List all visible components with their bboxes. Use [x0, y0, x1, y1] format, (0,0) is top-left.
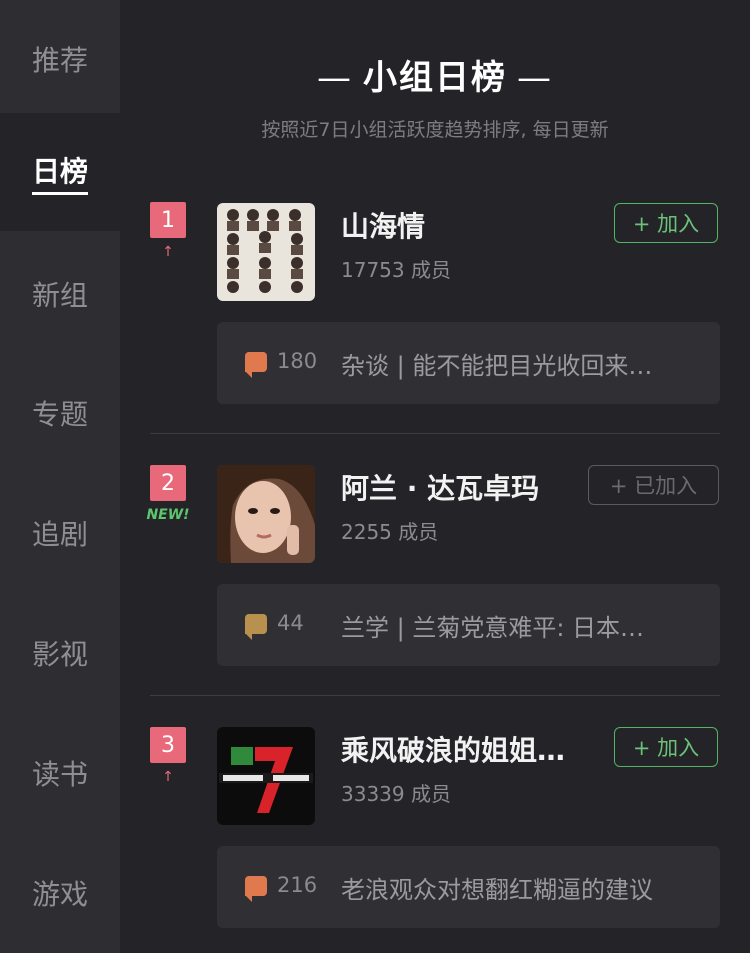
group-avatar[interactable]: [217, 203, 315, 301]
hot-post[interactable]: 180 杂谈 | 能不能把目光收回来…: [217, 322, 720, 404]
member-count: 2255 成员: [341, 520, 439, 544]
app-root: 推荐 日榜 新组 专题 追剧 影视 读书 游戏 — 小组日榜 — 按照近7日小组活跃…: [0, 0, 750, 953]
sidebar-item-label: 日榜: [31, 150, 88, 195]
group-avatar[interactable]: [217, 465, 315, 563]
post-title: 兰学 | 兰菊党意难平: 日本…: [341, 614, 645, 642]
sidebar-item-label: 新组: [31, 279, 88, 312]
post-title: 杂谈 | 能不能把目光收回来…: [341, 352, 653, 380]
sidebar-item-recommend[interactable]: 推荐: [0, 0, 120, 118]
group-avatar[interactable]: [217, 727, 315, 825]
post-title: 老浪观众对想翻红糊逼的建议: [341, 876, 653, 904]
hot-post[interactable]: 44 兰学 | 兰菊党意难平: 日本…: [217, 584, 720, 666]
sidebar-item-label: 读书: [31, 758, 88, 791]
page-subtitle: 按照近7日小组活跃度趋势排序, 每日更新: [261, 119, 609, 141]
join-button[interactable]: + 加入: [614, 727, 718, 767]
sidebar-item-new-groups[interactable]: 新组: [0, 235, 120, 353]
hot-post[interactable]: 216 老浪观众对想翻红糊逼的建议: [217, 846, 720, 928]
group-name[interactable]: 乘风破浪的姐姐…: [341, 729, 565, 769]
trend-up-icon: ↑: [162, 769, 174, 785]
sidebar-item-label: 追剧: [31, 518, 88, 551]
sidebar-item-label: 游戏: [31, 878, 88, 911]
new-badge: NEW!: [146, 507, 190, 523]
sidebar-item-label: 影视: [31, 638, 88, 671]
rank-badge: 2: [150, 465, 186, 501]
join-button[interactable]: + 加入: [614, 203, 718, 243]
member-count: 33339 成员: [341, 782, 451, 806]
member-count: 17753 成员: [341, 258, 451, 282]
sidebar-item-label: 推荐: [31, 44, 88, 77]
divider: [150, 433, 720, 434]
sidebar-item-label: 专题: [31, 398, 88, 431]
rank-badge: 1: [150, 202, 186, 238]
sidebar-item-topics[interactable]: 专题: [0, 354, 120, 472]
comment-bubble-icon: [245, 352, 267, 378]
joined-button[interactable]: + 已加入: [588, 465, 719, 505]
divider: [150, 695, 720, 696]
comment-count: 216: [277, 873, 318, 897]
group-name[interactable]: 阿兰 · 达瓦卓玛: [341, 467, 539, 507]
page-title: — 小组日榜 —: [120, 50, 750, 99]
comment-count: 44: [277, 611, 304, 635]
rank-badge: 3: [150, 727, 186, 763]
title-dash-right: —: [517, 58, 553, 98]
page-title-text: 小组日榜: [363, 58, 507, 98]
comment-bubble-icon: [245, 876, 267, 902]
comment-bubble-icon: [245, 614, 267, 640]
trend-up-icon: ↑: [162, 244, 174, 260]
sidebar-item-movies[interactable]: 影视: [0, 594, 120, 712]
sidebar-item-books[interactable]: 读书: [0, 714, 120, 832]
sidebar-item-daily-rank[interactable]: 日榜: [0, 113, 120, 231]
sidebar-item-games[interactable]: 游戏: [0, 834, 120, 952]
title-dash-left: —: [317, 58, 353, 98]
sidebar: 推荐 日榜 新组 专题 追剧 影视 读书 游戏: [0, 0, 120, 953]
comment-count: 180: [277, 349, 318, 373]
sidebar-item-drama[interactable]: 追剧: [0, 474, 120, 592]
group-name[interactable]: 山海情: [341, 205, 425, 245]
